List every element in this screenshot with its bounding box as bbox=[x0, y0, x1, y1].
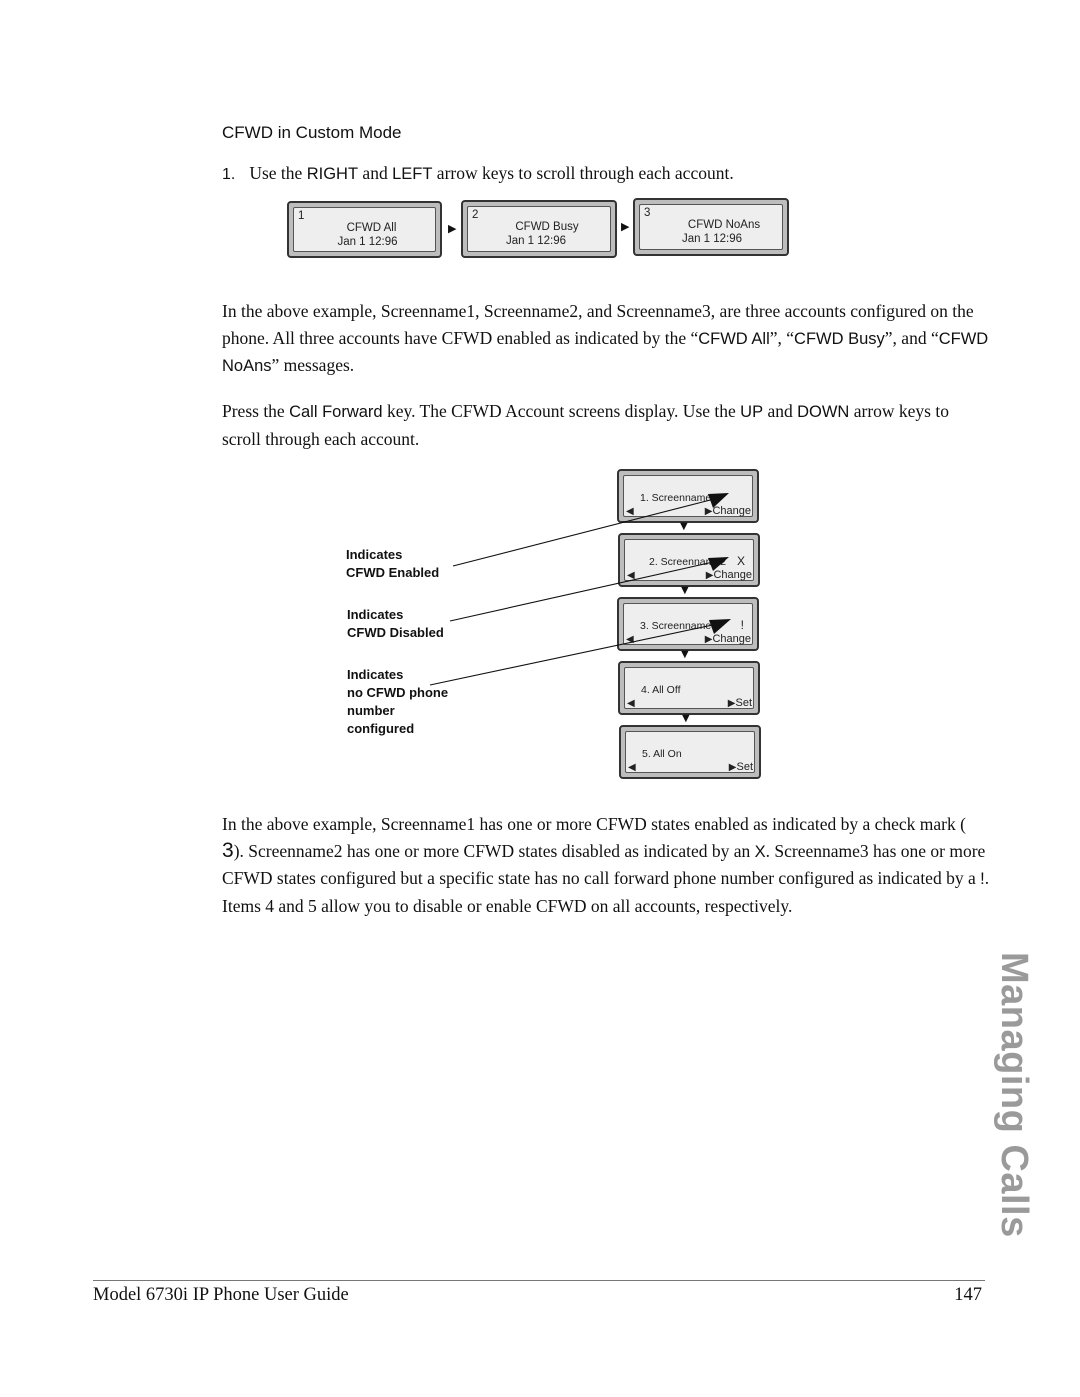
chapter-side-tab: Managing Calls bbox=[993, 952, 1035, 1238]
menu-screen-2: 2. Screenname2 X ◀ ▶Change bbox=[618, 533, 760, 587]
paragraph-status-marks: In the above example, Screenname1 has on… bbox=[222, 811, 992, 919]
status-mark: X bbox=[736, 554, 745, 568]
menu-item-label: 3. Screenname3 bbox=[640, 620, 718, 632]
down-key-label: DOWN bbox=[797, 403, 850, 421]
menu-item-label: 4. All Off bbox=[641, 684, 681, 696]
section-heading: CFWD in Custom Mode bbox=[222, 123, 402, 142]
cfwd-all-label: CFWD All bbox=[698, 329, 770, 348]
softkey-label: Change bbox=[712, 633, 751, 645]
softkey-label: Change bbox=[712, 505, 751, 517]
para-text: key. The CFWD Account screens display. U… bbox=[382, 401, 741, 421]
call-forward-key-label: Call Forward bbox=[289, 403, 383, 421]
change-softkey: ▶Change bbox=[705, 505, 751, 517]
down-arrow-icon: ▼ bbox=[681, 649, 689, 660]
callout-cfwd-enabled: Indicates CFWD Enabled bbox=[346, 546, 439, 582]
callout-text: Indicates bbox=[346, 547, 403, 562]
change-softkey: ▶Change bbox=[706, 569, 752, 581]
account-number: 2 bbox=[472, 209, 479, 221]
status-mark: ! bbox=[740, 618, 744, 632]
right-key-label: RIGHT bbox=[306, 165, 359, 183]
down-arrow-icon: ▼ bbox=[681, 585, 689, 596]
up-key-label: UP bbox=[740, 403, 764, 421]
callout-text: number bbox=[347, 703, 395, 718]
step-1: 1. Use the RIGHT and LEFT arrow keys to s… bbox=[222, 163, 734, 184]
callout-text: configured bbox=[347, 721, 415, 736]
account-number: 3 bbox=[644, 207, 651, 219]
lcd-display: 2 CFWD Busy Jan 1 12:96 bbox=[467, 206, 611, 252]
set-softkey: ▶Set bbox=[729, 761, 753, 773]
right-arrow-icon: ▶ bbox=[448, 222, 457, 235]
page-number: 147 bbox=[954, 1285, 982, 1305]
para-text: ”, and “ bbox=[884, 327, 939, 348]
menu-screen-5: 5. All On ◀ ▶Set bbox=[619, 725, 761, 779]
para-text: ). Screenname2 has one or more CFWD stat… bbox=[233, 840, 755, 861]
softkey-label: Set bbox=[736, 761, 753, 773]
para-text: ”, “ bbox=[769, 327, 795, 348]
down-arrow-icon: ▼ bbox=[682, 713, 690, 724]
date-time: Jan 1 12:96 bbox=[681, 233, 743, 245]
menu-item-label: 5. All On bbox=[642, 748, 682, 760]
para-text: In the above example, Screenname1 has on… bbox=[222, 814, 966, 834]
lcd-display: 5. All On ◀ ▶Set bbox=[625, 731, 755, 773]
callout-cfwd-disabled: Indicates CFWD Disabled bbox=[347, 606, 444, 642]
x-mark-glyph: X bbox=[754, 842, 766, 861]
date-time: Jan 1 12:96 bbox=[505, 235, 567, 247]
cfwd-message: CFWD Busy bbox=[515, 221, 579, 233]
change-softkey: ▶Change bbox=[705, 633, 751, 645]
lcd-display: 1 CFWD All Jan 1 12:96 bbox=[293, 207, 436, 252]
cfwd-busy-label: CFWD Busy bbox=[794, 329, 885, 348]
step-text: Use the bbox=[249, 163, 307, 183]
left-key-label: LEFT bbox=[392, 165, 433, 183]
callout-text: Indicates bbox=[347, 667, 404, 682]
menu-screen-1: 1. Screenname1 ◀ ▶Change bbox=[617, 469, 759, 523]
step-text: arrow keys to scroll through each accoun… bbox=[432, 163, 734, 183]
lcd-display: 4. All Off ◀ ▶Set bbox=[624, 667, 754, 709]
softkey-label: Set bbox=[735, 697, 752, 709]
callout-text: Indicates bbox=[347, 607, 404, 622]
paragraph-call-forward-key: Press the Call Forward key. The CFWD Acc… bbox=[222, 398, 992, 452]
lcd-display: 3 CFWD NoAns Jan 1 12:96 bbox=[639, 204, 783, 250]
softkey-label: Change bbox=[713, 569, 752, 581]
menu-screen-4: 4. All Off ◀ ▶Set bbox=[618, 661, 760, 715]
left-arrow-icon: ◀ bbox=[627, 698, 635, 709]
callout-text: no CFWD phone bbox=[347, 685, 449, 700]
cfwd-message: CFWD All bbox=[346, 222, 397, 234]
left-arrow-icon: ◀ bbox=[626, 506, 634, 517]
check-mark-glyph: 3 bbox=[222, 838, 234, 862]
right-arrow-icon: ▶ bbox=[621, 220, 630, 233]
lcd-display: 2. Screenname2 X ◀ ▶Change bbox=[624, 539, 754, 581]
account-number: 1 bbox=[298, 210, 305, 222]
left-arrow-icon: ◀ bbox=[627, 570, 635, 581]
menu-item-label: 1. Screenname1 bbox=[640, 492, 718, 504]
para-text: Press the bbox=[222, 401, 290, 421]
left-arrow-icon: ◀ bbox=[626, 634, 634, 645]
callout-no-phone-number: Indicates no CFWD phone number configure… bbox=[347, 666, 448, 738]
set-softkey: ▶Set bbox=[728, 697, 752, 709]
down-arrow-icon: ▼ bbox=[680, 521, 688, 532]
account-screen-2: 2 CFWD Busy Jan 1 12:96 bbox=[461, 200, 617, 258]
menu-screen-3: 3. Screenname3 ! ◀ ▶Change bbox=[617, 597, 759, 651]
lcd-display: 1. Screenname1 ◀ ▶Change bbox=[623, 475, 753, 517]
footer-divider bbox=[93, 1280, 985, 1281]
callout-text: CFWD Enabled bbox=[346, 565, 440, 580]
lcd-display: 3. Screenname3 ! ◀ ▶Change bbox=[623, 603, 753, 645]
account-screen-3: 3 CFWD NoAns Jan 1 12:96 bbox=[633, 198, 789, 256]
para-text: ” messages. bbox=[271, 355, 355, 375]
menu-item-label: 2. Screenname2 bbox=[649, 556, 727, 568]
date-time: Jan 1 12:96 bbox=[337, 236, 398, 248]
footer-title: Model 6730i IP Phone User Guide bbox=[93, 1285, 349, 1305]
step-text: and bbox=[358, 163, 393, 183]
para-text: and bbox=[763, 401, 798, 421]
cfwd-message: CFWD NoAns bbox=[687, 219, 761, 231]
step-number: 1. bbox=[222, 166, 236, 183]
paragraph-accounts-overview: In the above example, Screenname1, Scree… bbox=[222, 298, 992, 380]
callout-text: CFWD Disabled bbox=[347, 625, 444, 640]
left-arrow-icon: ◀ bbox=[628, 762, 636, 773]
account-screen-1: 1 CFWD All Jan 1 12:96 bbox=[287, 201, 442, 258]
